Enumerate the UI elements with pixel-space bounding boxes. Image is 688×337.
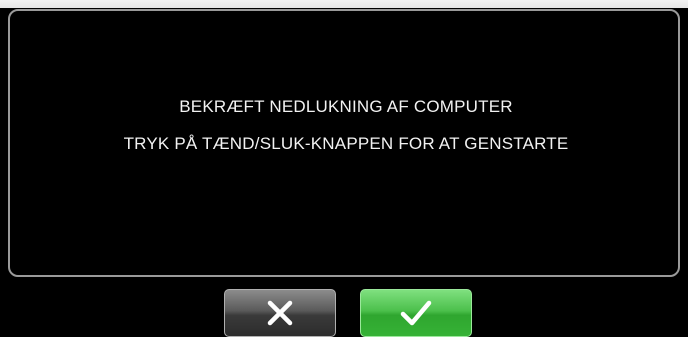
confirm-shutdown-message: BEKRÆFT NEDLUKNING AF COMPUTER (179, 97, 513, 116)
top-bar (0, 0, 688, 8)
close-icon (265, 298, 295, 328)
confirm-button[interactable] (360, 289, 472, 337)
cancel-button[interactable] (224, 289, 336, 337)
checkmark-icon (398, 298, 434, 328)
restart-instruction-message: TRYK PÅ TÆND/SLUK-KNAPPEN FOR AT GENSTAR… (123, 134, 569, 153)
shutdown-dialog: BEKRÆFT NEDLUKNING AF COMPUTER TRYK PÅ T… (8, 9, 680, 277)
